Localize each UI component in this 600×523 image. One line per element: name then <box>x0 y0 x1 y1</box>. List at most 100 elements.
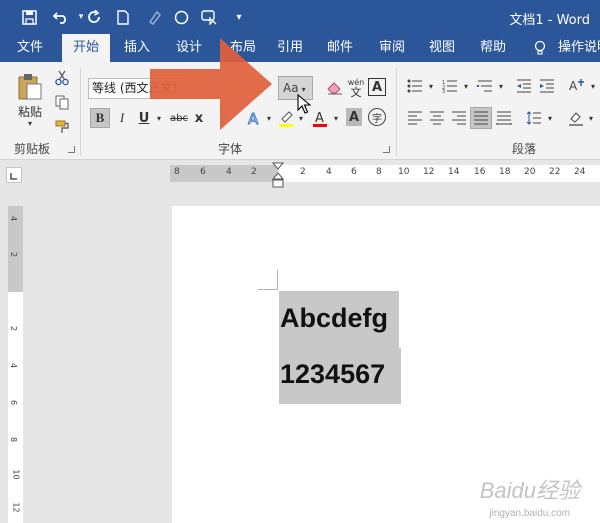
change-case-dropdown-icon: ▾ <box>301 85 306 94</box>
tab-help[interactable]: 帮助 <box>470 34 516 62</box>
paste-icon[interactable] <box>15 72 45 102</box>
svg-text:A: A <box>315 111 324 126</box>
align-right-icon[interactable] <box>449 108 469 128</box>
tab-review[interactable]: 审阅 <box>369 34 415 62</box>
circle-icon[interactable] <box>170 0 192 34</box>
new-doc-icon[interactable] <box>112 0 134 34</box>
crop-mark <box>277 270 278 290</box>
clipboard-launcher-icon[interactable] <box>68 146 75 153</box>
tab-selector-icon[interactable] <box>6 167 22 183</box>
clear-format-icon[interactable] <box>325 78 345 98</box>
enclose-chars-button[interactable]: 字 <box>368 108 386 126</box>
window-title: 文档1 - Word <box>509 13 590 28</box>
group-separator <box>396 68 397 156</box>
format-painter-icon[interactable] <box>143 0 165 34</box>
justify-icon[interactable] <box>470 107 492 129</box>
font-group-label: 字体 <box>218 142 243 156</box>
title-bar: ▾ ▾ 文档1 - Word <box>0 0 600 34</box>
ruler-left-margin <box>170 165 278 182</box>
watermark-url: jingyan.baidu.com <box>489 508 570 519</box>
align-center-icon[interactable] <box>427 108 447 128</box>
watermark-logo: Baidu经验 <box>479 478 580 503</box>
copy-icon[interactable] <box>52 92 72 112</box>
undo-icon[interactable] <box>50 0 72 34</box>
change-case-label: Aa <box>283 81 299 95</box>
chinese-layout-icon[interactable]: A <box>566 76 588 96</box>
indent-marker-icon[interactable] <box>271 162 285 194</box>
numbering-dropdown-icon[interactable]: ▾ <box>461 76 471 96</box>
touch-mode-icon[interactable] <box>198 0 220 34</box>
ruler-tick: 4 <box>326 167 332 177</box>
chinese-layout-dropdown-icon[interactable]: ▾ <box>588 76 598 96</box>
paste-dropdown-icon[interactable]: ▾ <box>24 118 36 128</box>
tab-view[interactable]: 视图 <box>419 34 465 62</box>
vruler-tick: 2 <box>9 251 19 258</box>
ruler-tick: 14 <box>448 167 460 177</box>
tab-mailings[interactable]: 邮件 <box>317 34 363 62</box>
ruler-tick: 6 <box>351 167 357 177</box>
vruler-tick: 8 <box>9 436 19 443</box>
multilevel-list-icon[interactable] <box>475 76 495 96</box>
svg-text:3: 3 <box>442 89 445 93</box>
align-left-icon[interactable] <box>405 108 425 128</box>
ruler-tick: 8 <box>376 167 382 177</box>
vruler-tick: 6 <box>9 399 19 406</box>
ruler-tick: 18 <box>499 167 511 177</box>
ruler-tick: 10 <box>398 167 410 177</box>
vruler-tick: 12 <box>11 502 21 513</box>
multilevel-dropdown-icon[interactable]: ▾ <box>496 76 506 96</box>
redo-icon[interactable] <box>83 0 105 34</box>
ruler-tick: 2 <box>300 167 306 177</box>
bullets-dropdown-icon[interactable]: ▾ <box>426 76 436 96</box>
pinyin-guide-bottom: 文 <box>350 86 362 99</box>
arrow-annotation-icon <box>150 38 275 134</box>
save-icon[interactable] <box>18 0 40 34</box>
ruler-tick: 16 <box>474 167 486 177</box>
distributed-icon[interactable] <box>494 108 514 128</box>
tell-me-search[interactable]: 操作说明 <box>558 34 600 62</box>
shading-icon[interactable] <box>566 108 586 128</box>
ribbon-tabs: 文件 开始 插入 设计 布局 引用 邮件 审阅 视图 帮助 操作说明 <box>0 34 600 62</box>
decrease-indent-icon[interactable] <box>514 76 534 96</box>
format-painter-brush-icon[interactable] <box>52 116 72 136</box>
doc-line-1[interactable]: Abcdefg <box>280 303 388 334</box>
group-separator <box>80 68 81 156</box>
font-color-dropdown-icon[interactable]: ▾ <box>331 108 341 128</box>
svg-text:A: A <box>569 79 578 93</box>
font-launcher-icon[interactable] <box>383 146 390 153</box>
line-spacing-dropdown-icon[interactable]: ▾ <box>545 108 555 128</box>
paragraph-group-label: 段落 <box>512 142 537 156</box>
pinyin-guide-button[interactable]: wén 文 <box>346 76 366 100</box>
shading-dropdown-icon[interactable]: ▾ <box>586 108 596 128</box>
highlight-dropdown-icon[interactable]: ▾ <box>296 108 306 128</box>
italic-button[interactable]: I <box>113 108 131 128</box>
bullets-icon[interactable] <box>405 76 425 96</box>
customize-qat-icon[interactable]: ▾ <box>228 0 250 34</box>
char-border-button[interactable]: A <box>368 78 386 96</box>
ruler-tick: 20 <box>524 167 536 177</box>
lightbulb-icon[interactable] <box>530 34 550 62</box>
bold-button[interactable]: B <box>90 108 110 128</box>
char-shading-button[interactable]: A <box>346 108 362 126</box>
ruler-tick: 22 <box>549 167 561 177</box>
vruler-tick: 4 <box>9 362 19 369</box>
ribbon: 粘贴 ▾ 剪贴板 等线 (西文正文) Aa ▾ wén 文 A B I U ▾ a… <box>0 62 600 160</box>
tab-file[interactable]: 文件 <box>7 34 53 62</box>
ruler-tick: 8 <box>174 167 180 177</box>
tab-home[interactable]: 开始 <box>62 34 110 62</box>
ruler-tick: 12 <box>423 167 435 177</box>
increase-indent-icon[interactable] <box>537 76 557 96</box>
highlight-icon[interactable] <box>276 108 296 128</box>
ruler-tick: 24 <box>574 167 586 177</box>
ruler-tick: 6 <box>200 167 206 177</box>
cut-icon[interactable] <box>52 68 72 88</box>
vruler-tick: 4 <box>9 215 19 222</box>
font-color-icon[interactable]: A <box>310 108 330 128</box>
ruler-tick: 2 <box>251 167 257 177</box>
numbering-icon[interactable]: 123 <box>440 76 460 96</box>
doc-line-2[interactable]: 1234567 <box>280 359 385 390</box>
ruler-tick: 4 <box>226 167 232 177</box>
line-spacing-icon[interactable] <box>524 108 544 128</box>
vruler-tick: 10 <box>11 469 21 480</box>
vruler-tick: 2 <box>9 325 19 332</box>
